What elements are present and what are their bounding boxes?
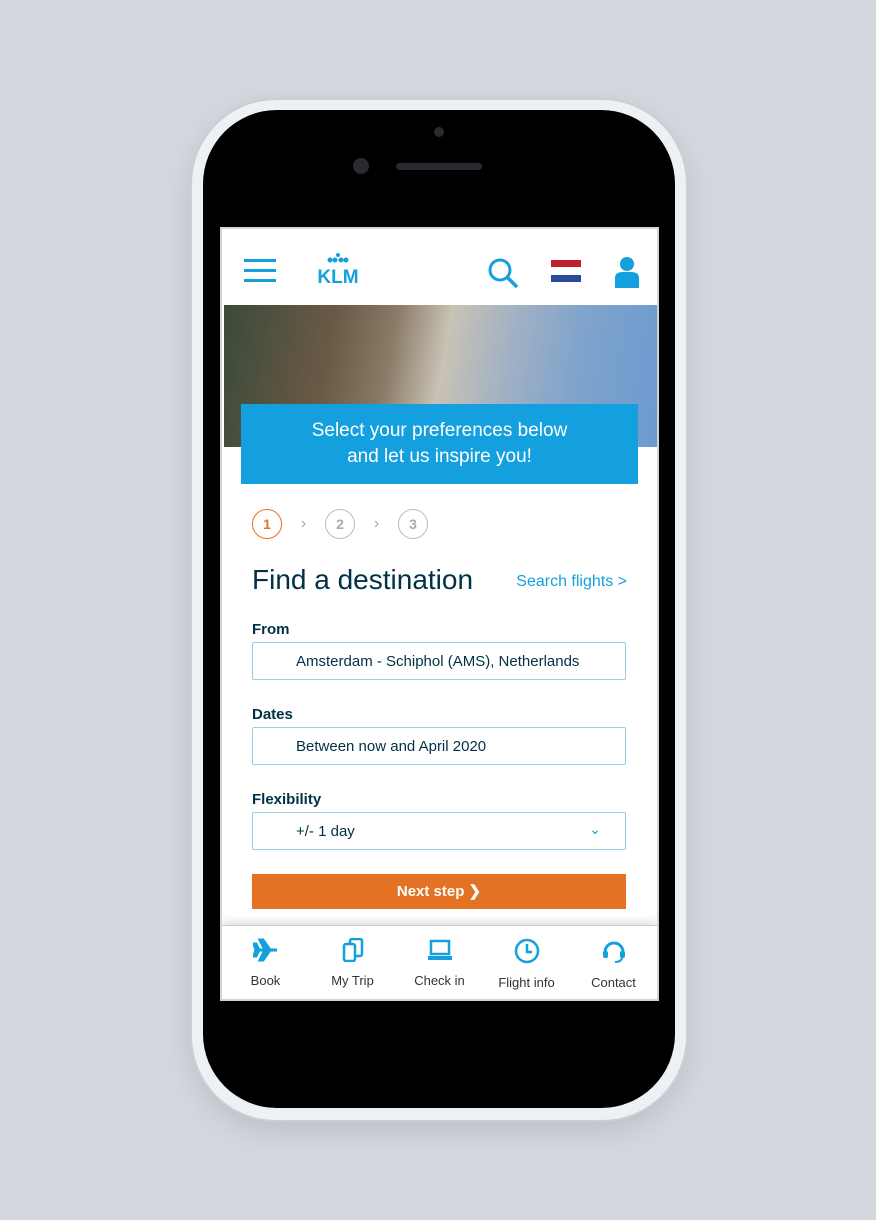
laptop-icon (427, 939, 452, 960)
next-step-button[interactable]: Next step ❯ (252, 874, 626, 909)
nav-book[interactable]: Book (222, 926, 309, 999)
crown-icon (327, 253, 349, 263)
netherlands-flag-icon[interactable] (551, 260, 581, 282)
dates-label: Dates (252, 706, 293, 723)
step-3: 3 (398, 509, 428, 539)
sensor (434, 127, 444, 137)
search-icon[interactable] (487, 257, 521, 291)
chevron-right-icon: › (300, 515, 307, 532)
from-label: From (252, 621, 290, 638)
chevron-down-icon: ⌄ (589, 821, 601, 837)
step-indicator: 1 › 2 › 3 (252, 509, 428, 539)
inspire-banner: Select your preferences below and let us … (241, 404, 638, 484)
klm-logo[interactable]: KLM (312, 251, 364, 287)
nav-my-trip[interactable]: My Trip (309, 926, 396, 999)
header: KLM (222, 229, 657, 305)
flexibility-select[interactable]: +/- 1 day ⌄ (252, 812, 626, 850)
flexibility-label: Flexibility (252, 791, 322, 808)
headset-icon (602, 941, 625, 963)
speaker (396, 163, 482, 170)
nav-contact[interactable]: Contact (570, 926, 657, 999)
nav-flight-info[interactable]: Flight info (483, 926, 570, 999)
bottom-nav: Book My Trip Check in Flight info Contac… (222, 925, 657, 999)
screen: KLM Select your preferences below and let… (220, 227, 659, 1001)
from-field[interactable]: Amsterdam - Schiphol (AMS), Netherlands (252, 642, 626, 680)
flexibility-value: +/- 1 day (296, 823, 355, 840)
search-flights-link[interactable]: Search flights > (516, 573, 627, 591)
page-title: Find a destination (252, 564, 474, 595)
step-2: 2 (325, 509, 355, 539)
step-1: 1 (252, 509, 282, 539)
dates-field[interactable]: Between now and April 2020 (252, 727, 626, 765)
menu-icon[interactable] (244, 259, 276, 283)
front-camera (353, 158, 369, 174)
documents-icon (342, 937, 363, 963)
nav-check-in[interactable]: Check in (396, 926, 483, 999)
plane-icon (251, 938, 277, 962)
clock-icon (514, 938, 539, 964)
user-icon[interactable] (615, 256, 639, 288)
chevron-right-icon: › (373, 515, 380, 532)
